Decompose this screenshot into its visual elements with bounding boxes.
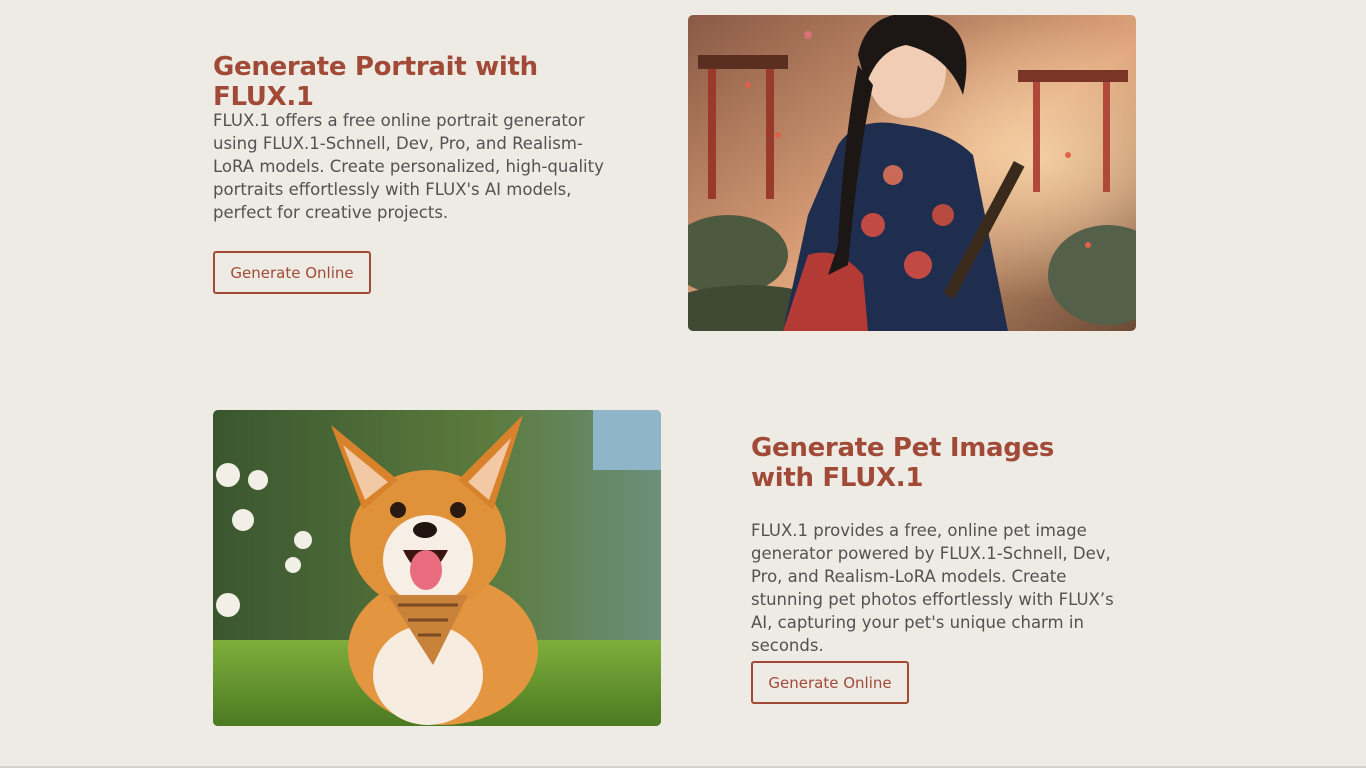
portrait-section-title: Generate Portrait with FLUX.1 xyxy=(213,52,538,112)
pet-section-title: Generate Pet Images with FLUX.1 xyxy=(751,433,1055,493)
page: Generate Portrait with FLUX.1 FLUX.1 off… xyxy=(0,0,1366,768)
pet-generate-online-button[interactable]: Generate Online xyxy=(751,661,909,704)
portrait-section-description: FLUX.1 offers a free online portrait gen… xyxy=(213,111,604,222)
pet-image xyxy=(213,410,661,726)
portrait-image xyxy=(688,15,1136,331)
pet-section-description: FLUX.1 provides a free, online pet image… xyxy=(751,521,1114,655)
portrait-generate-online-button[interactable]: Generate Online xyxy=(213,251,371,294)
